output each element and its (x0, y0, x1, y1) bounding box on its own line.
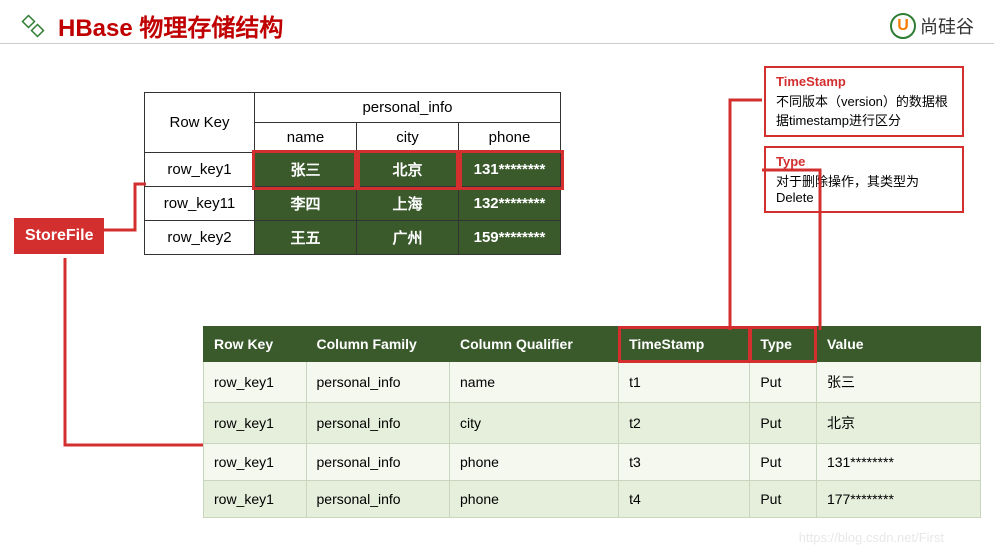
data-cell: 132******** (459, 187, 561, 221)
physical-cell: row_key1 (204, 362, 307, 403)
physical-cell: personal_info (306, 444, 450, 481)
timestamp-callout-title: TimeStamp (776, 74, 952, 89)
physical-cell: t2 (619, 403, 750, 444)
type-callout: Type 对于删除操作，其类型为Delete (764, 146, 964, 213)
physical-header: Column Family (306, 327, 450, 362)
rowkey-cell: row_key2 (145, 221, 255, 255)
type-callout-body: 对于删除操作，其类型为Delete (776, 171, 952, 205)
physical-cell: Put (750, 481, 817, 518)
physical-cell: name (450, 362, 619, 403)
physical-cell: Put (750, 403, 817, 444)
col-phone: phone (459, 123, 561, 153)
physical-cell: t1 (619, 362, 750, 403)
diamond-icon (18, 11, 48, 41)
physical-cell: row_key1 (204, 481, 307, 518)
brand-logo: U 尚硅谷 (890, 13, 974, 39)
logical-row: row_key1张三北京131******** (145, 153, 561, 187)
physical-header: Column Qualifier (450, 327, 619, 362)
rowkey-cell: row_key1 (145, 153, 255, 187)
physical-cell: 177******** (816, 481, 980, 518)
data-cell: 王五 (255, 221, 357, 255)
logical-table: Row Key personal_info name city phone ro… (144, 92, 561, 255)
physical-row: row_key1personal_infophonet4Put177******… (204, 481, 981, 518)
page-title: HBase 物理存储结构 (58, 8, 283, 43)
page-header: HBase 物理存储结构 U 尚硅谷 (0, 0, 994, 44)
physical-cell: 北京 (816, 403, 980, 444)
data-cell: 北京 (357, 153, 459, 187)
brand-icon: U (890, 13, 916, 39)
logical-row: row_key11李四上海132******** (145, 187, 561, 221)
storefile-label: StoreFile (14, 218, 104, 254)
physical-cell: city (450, 403, 619, 444)
physical-cell: t4 (619, 481, 750, 518)
data-cell: 131******** (459, 153, 561, 187)
logical-row: row_key2王五广州159******** (145, 221, 561, 255)
physical-row: row_key1personal_infocityt2Put北京 (204, 403, 981, 444)
physical-header: Row Key (204, 327, 307, 362)
physical-row: row_key1personal_infonamet1Put张三 (204, 362, 981, 403)
physical-cell: 张三 (816, 362, 980, 403)
col-city: city (357, 123, 459, 153)
rowkey-header: Row Key (145, 93, 255, 153)
col-name: name (255, 123, 357, 153)
physical-cell: personal_info (306, 403, 450, 444)
title-wrap: HBase 物理存储结构 (18, 8, 283, 43)
physical-header: Value (816, 327, 980, 362)
physical-cell: t3 (619, 444, 750, 481)
physical-cell: phone (450, 481, 619, 518)
physical-header: TimeStamp (619, 327, 750, 362)
brand-text: 尚硅谷 (920, 13, 974, 39)
watermark: https://blog.csdn.net/First (799, 530, 944, 545)
physical-cell: phone (450, 444, 619, 481)
data-cell: 159******** (459, 221, 561, 255)
physical-cell: Put (750, 444, 817, 481)
physical-cell: 131******** (816, 444, 980, 481)
physical-header-row: Row KeyColumn FamilyColumn QualifierTime… (204, 327, 981, 362)
data-cell: 张三 (255, 153, 357, 187)
timestamp-callout-body: 不同版本（version）的数据根据timestamp进行区分 (776, 91, 952, 129)
physical-cell: personal_info (306, 362, 450, 403)
rowkey-cell: row_key11 (145, 187, 255, 221)
data-cell: 广州 (357, 221, 459, 255)
type-callout-title: Type (776, 154, 952, 169)
column-family-header: personal_info (255, 93, 561, 123)
physical-cell: row_key1 (204, 403, 307, 444)
data-cell: 上海 (357, 187, 459, 221)
logical-header-row: Row Key personal_info (145, 93, 561, 123)
physical-cell: Put (750, 362, 817, 403)
physical-row: row_key1personal_infophonet3Put131******… (204, 444, 981, 481)
physical-table: Row KeyColumn FamilyColumn QualifierTime… (203, 326, 981, 518)
timestamp-callout: TimeStamp 不同版本（version）的数据根据timestamp进行区… (764, 66, 964, 137)
physical-cell: row_key1 (204, 444, 307, 481)
physical-cell: personal_info (306, 481, 450, 518)
data-cell: 李四 (255, 187, 357, 221)
physical-header: Type (750, 327, 817, 362)
